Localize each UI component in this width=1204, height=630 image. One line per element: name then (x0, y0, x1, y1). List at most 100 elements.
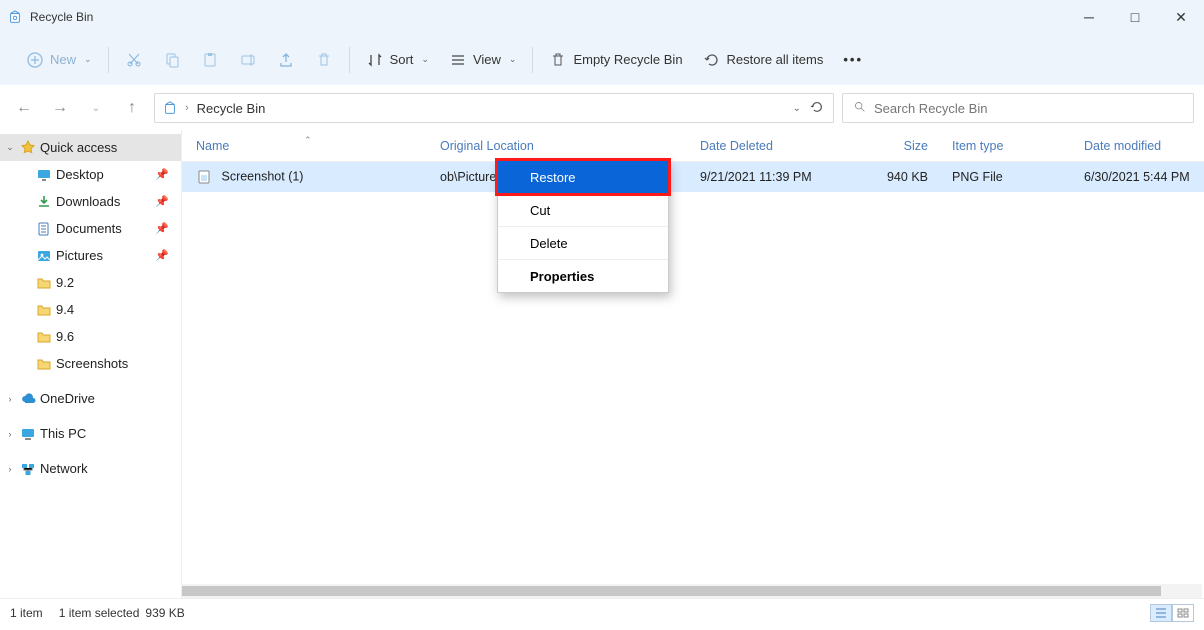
restore-icon (703, 51, 721, 69)
empty-label: Empty Recycle Bin (573, 52, 682, 67)
forward-button[interactable]: → (46, 94, 74, 122)
context-cut[interactable]: Cut (498, 194, 668, 226)
table-row[interactable]: Screenshot (1) ob\Pictures\Screenshots\N… (182, 162, 1204, 192)
column-date-modified[interactable]: Date modified (1070, 139, 1204, 153)
horizontal-scrollbar[interactable] (182, 584, 1202, 598)
row-name: Screenshot (1) (221, 169, 303, 183)
network-icon (20, 461, 36, 477)
star-icon (20, 140, 36, 156)
column-original-location[interactable]: Original Location (426, 139, 686, 153)
sidebar-item-desktop[interactable]: Desktop 📌 (0, 161, 181, 188)
row-size: 940 KB (854, 170, 938, 184)
sidebar: Quick access Desktop 📌 Downloads 📌 Docum… (0, 130, 182, 598)
sort-label: Sort (390, 52, 414, 67)
sidebar-item-pictures[interactable]: Pictures 📌 (0, 242, 181, 269)
scrollbar-thumb[interactable] (182, 586, 1161, 596)
search-icon (853, 100, 866, 116)
pictures-icon (36, 248, 52, 264)
share-icon (277, 51, 295, 69)
share-button[interactable] (267, 42, 305, 78)
sidebar-item-label: Downloads (56, 194, 120, 209)
rename-button[interactable] (229, 42, 267, 78)
chevron-down-icon: ⌄ (421, 54, 429, 65)
rename-icon (239, 51, 257, 69)
refresh-button[interactable] (809, 100, 825, 117)
empty-recycle-bin-button[interactable]: Empty Recycle Bin (539, 42, 692, 78)
folder-icon (36, 275, 52, 291)
column-item-type[interactable]: Item type (938, 139, 1070, 153)
sidebar-item-label: Desktop (56, 167, 104, 182)
sidebar-item-quick-access[interactable]: Quick access (0, 134, 181, 161)
folder-icon (36, 356, 52, 372)
sidebar-item-folder[interactable]: 9.4 (0, 296, 181, 323)
sidebar-item-label: Screenshots (56, 356, 128, 371)
search-box[interactable] (842, 93, 1194, 123)
paste-icon (201, 51, 219, 69)
scissors-icon (125, 51, 143, 69)
more-button[interactable]: ••• (833, 42, 873, 78)
column-headers: Name⌃ Original Location Date Deleted Siz… (182, 130, 1204, 162)
sidebar-item-documents[interactable]: Documents 📌 (0, 215, 181, 242)
pin-icon: 📌 (155, 222, 169, 235)
documents-icon (36, 221, 52, 237)
restore-all-button[interactable]: Restore all items (693, 42, 834, 78)
sidebar-item-folder[interactable]: 9.6 (0, 323, 181, 350)
minimize-button[interactable]: ─ (1066, 0, 1112, 34)
view-label: View (473, 52, 501, 67)
recent-button[interactable]: ⌄ (82, 94, 110, 122)
sidebar-item-this-pc[interactable]: This PC (0, 420, 181, 447)
more-icon: ••• (843, 52, 863, 67)
sidebar-item-network[interactable]: Network (0, 455, 181, 482)
title-bar: Recycle Bin ─ □ ✕ (0, 0, 1204, 34)
up-button[interactable]: ↑ (118, 94, 146, 122)
close-button[interactable]: ✕ (1158, 0, 1204, 34)
sidebar-item-label: This PC (40, 426, 86, 441)
folder-icon (36, 329, 52, 345)
file-icon (196, 169, 212, 185)
pin-icon: 📌 (155, 168, 169, 181)
cut-button[interactable] (115, 42, 153, 78)
sidebar-item-label: Pictures (56, 248, 103, 263)
sidebar-item-folder[interactable]: Screenshots (0, 350, 181, 377)
plus-icon (26, 51, 44, 69)
paste-button[interactable] (191, 42, 229, 78)
delete-button[interactable] (305, 42, 343, 78)
desktop-icon (36, 167, 52, 183)
sidebar-item-label: 9.2 (56, 275, 74, 290)
context-delete[interactable]: Delete (498, 227, 668, 259)
row-date-deleted: 9/21/2021 11:39 PM (686, 170, 854, 184)
column-size[interactable]: Size (854, 139, 938, 153)
context-properties[interactable]: Properties (498, 260, 668, 292)
chevron-down-icon: ⌄ (84, 54, 92, 65)
sidebar-item-onedrive[interactable]: OneDrive (0, 385, 181, 412)
status-item-count: 1 item (10, 606, 43, 620)
toolbar: New ⌄ Sort ⌄ View ⌄ Empty Recycle Bin Re… (0, 34, 1204, 86)
details-view-button[interactable] (1150, 604, 1172, 622)
address-bar[interactable]: › Recycle Bin ⌄ (154, 93, 834, 123)
thumbnails-view-button[interactable] (1172, 604, 1194, 622)
sidebar-item-downloads[interactable]: Downloads 📌 (0, 188, 181, 215)
context-menu: Restore Cut Delete Properties (497, 160, 669, 293)
chevron-down-icon[interactable]: ⌄ (793, 103, 801, 114)
breadcrumb-segment[interactable]: Recycle Bin (197, 101, 266, 116)
sidebar-item-label: 9.6 (56, 329, 74, 344)
sort-button[interactable]: Sort ⌄ (356, 42, 439, 78)
copy-button[interactable] (153, 42, 191, 78)
view-button[interactable]: View ⌄ (439, 42, 527, 78)
context-restore[interactable]: Restore (498, 161, 668, 193)
sidebar-item-label: Network (40, 461, 88, 476)
maximize-button[interactable]: □ (1112, 0, 1158, 34)
search-input[interactable] (874, 101, 1183, 116)
column-date-deleted[interactable]: Date Deleted (686, 139, 854, 153)
back-button[interactable]: ← (10, 94, 38, 122)
status-size: 939 KB (145, 606, 184, 620)
view-icon (449, 51, 467, 69)
new-button[interactable]: New ⌄ (16, 42, 102, 78)
new-label: New (50, 52, 76, 67)
pc-icon (20, 426, 36, 442)
view-mode-toggle (1150, 604, 1194, 622)
sidebar-item-folder[interactable]: 9.2 (0, 269, 181, 296)
column-name[interactable]: Name⌃ (182, 139, 426, 153)
file-list: Name⌃ Original Location Date Deleted Siz… (182, 130, 1204, 598)
trash-icon (315, 51, 333, 69)
